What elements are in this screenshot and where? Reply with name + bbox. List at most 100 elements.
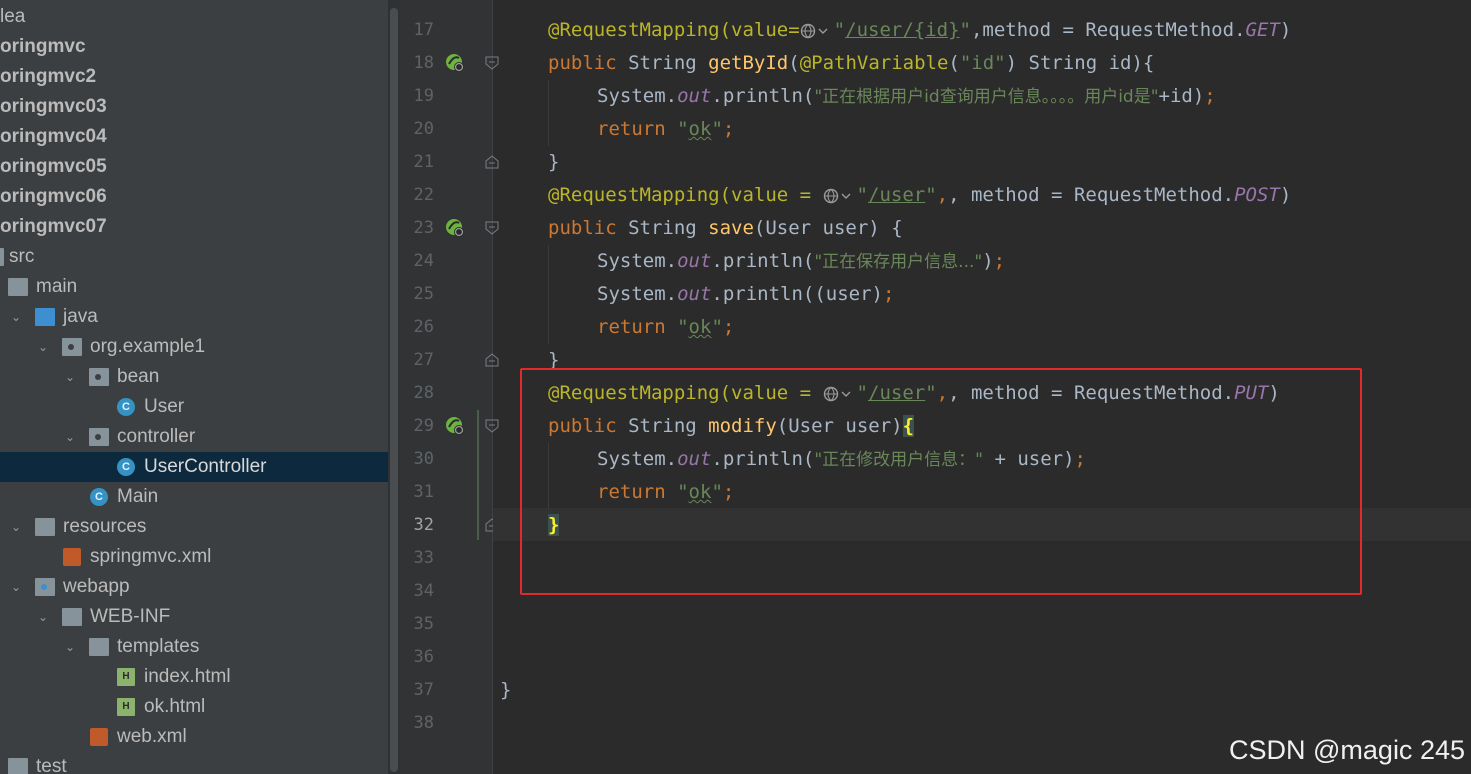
tree-item-main-class[interactable]: C Main	[0, 482, 388, 512]
tree-item-label: index.html	[144, 666, 231, 687]
code-line-24[interactable]: System.out.println("正在保存用户信息...");	[597, 245, 1005, 278]
tree-item-label: org.example1	[90, 336, 206, 357]
tree-item-module[interactable]: oringmvc04	[0, 122, 388, 152]
code-line-37[interactable]: }	[500, 674, 511, 707]
tree-item-ok-html[interactable]: H ok.html	[0, 692, 388, 722]
line-number: 33	[413, 548, 434, 568]
line-number: 30	[413, 449, 434, 469]
spring-xml-icon	[63, 548, 81, 566]
line-number: 25	[413, 284, 434, 304]
fold-end-icon[interactable]	[485, 353, 499, 367]
tree-item-resources[interactable]: ⌄ resources	[0, 512, 388, 542]
globe-icon[interactable]	[800, 23, 834, 39]
code-line-26[interactable]: return "ok";	[597, 311, 734, 344]
tree-item-webapp[interactable]: ⌄ webapp	[0, 572, 388, 602]
chevron-down-icon[interactable]: ⌄	[36, 332, 50, 362]
fold-start-icon[interactable]	[485, 221, 499, 235]
tree-item-module[interactable]: oringmvc	[0, 32, 388, 62]
code-line-17[interactable]: @RequestMapping(value= "/user/{id}",metho…	[548, 14, 1291, 47]
tree-item-templates[interactable]: ⌄ templates	[0, 632, 388, 662]
tree-item-label: java	[63, 306, 98, 327]
chevron-down-icon[interactable]: ⌄	[9, 302, 23, 332]
folder-icon	[62, 608, 82, 626]
tree-item-label: WEB-INF	[90, 606, 171, 627]
tree-scrollbar[interactable]	[390, 8, 398, 772]
gutter-divider	[492, 0, 493, 774]
runnable-class-icon: C	[90, 488, 108, 506]
tree-item-module[interactable]: oringmvc07	[0, 212, 388, 242]
chevron-down-icon[interactable]: ⌄	[63, 362, 77, 392]
tree-item-index-html[interactable]: H index.html	[0, 662, 388, 692]
typo-word: ok	[688, 118, 712, 140]
chevron-down-icon[interactable]: ⌄	[9, 572, 23, 602]
code-line-22[interactable]: @RequestMapping(value = "/user",, method…	[548, 179, 1291, 212]
tree-item-label: oringmvc07	[0, 216, 107, 237]
vcs-change-marker[interactable]	[477, 410, 479, 540]
tree-item-bean[interactable]: ⌄ bean	[0, 362, 388, 392]
code-line-25[interactable]: System.out.println((user);	[597, 278, 894, 311]
line-number: 37	[413, 680, 434, 700]
chevron-down-icon[interactable]: ⌄	[63, 422, 77, 452]
url-path-link[interactable]: /user/{id}	[845, 19, 959, 41]
package-icon	[89, 368, 109, 386]
code-line-21[interactable]: }	[548, 146, 559, 179]
tree-item-web-inf[interactable]: ⌄ WEB-INF	[0, 602, 388, 632]
tree-item-module[interactable]: oringmvc06	[0, 182, 388, 212]
tree-item-java[interactable]: ⌄ java	[0, 302, 388, 332]
project-tree: lea oringmvc oringmvc2 oringmvc03 oringm…	[0, 0, 388, 774]
tree-item-module[interactable]: oringmvc03	[0, 92, 388, 122]
url-path-link[interactable]: /user	[868, 184, 925, 206]
line-number: 28	[413, 383, 434, 403]
tree-item-idea[interactable]: lea	[0, 2, 388, 32]
tree-item-label: resources	[63, 516, 147, 537]
tree-item-controller[interactable]: ⌄ controller	[0, 422, 388, 452]
code-line-18[interactable]: public String getById(@PathVariable("id"…	[548, 47, 1154, 80]
html-file-icon: H	[117, 698, 135, 716]
tree-item-test[interactable]: test	[0, 752, 388, 774]
tree-item-usercontroller[interactable]: C UserController	[0, 452, 388, 482]
globe-icon[interactable]	[823, 188, 857, 204]
class-icon: C	[117, 458, 135, 476]
chevron-down-icon[interactable]: ⌄	[63, 632, 77, 662]
typo-word: ok	[688, 316, 712, 338]
chevron-down-icon[interactable]: ⌄	[9, 512, 23, 542]
fold-start-icon[interactable]	[485, 56, 499, 70]
line-number: 24	[413, 251, 434, 271]
fold-start-icon[interactable]	[485, 419, 499, 433]
code-line-20[interactable]: return "ok";	[597, 113, 734, 146]
tree-item-user[interactable]: C User	[0, 392, 388, 422]
code-line-19[interactable]: System.out.println("正在根据用户id查询用户信息。。。。用户…	[597, 80, 1216, 113]
tree-item-label: controller	[117, 426, 196, 447]
fold-end-icon[interactable]	[485, 155, 499, 169]
tree-item-springmvc-xml[interactable]: springmvc.xml	[0, 542, 388, 572]
tree-item-web-xml[interactable]: web.xml	[0, 722, 388, 752]
spring-web-mapping-icon[interactable]	[444, 415, 466, 437]
web-folder-icon	[35, 578, 55, 596]
tree-item-module[interactable]: oringmvc05	[0, 152, 388, 182]
tree-item-package[interactable]: ⌄ org.example1	[0, 332, 388, 362]
package-icon	[62, 338, 82, 356]
code-line-23[interactable]: public String save(User user) {	[548, 212, 903, 245]
tree-item-module[interactable]: oringmvc2	[0, 62, 388, 92]
tree-item-label: oringmvc05	[0, 156, 107, 177]
tree-item-src[interactable]: src	[0, 242, 388, 272]
folder-icon	[89, 638, 109, 656]
tree-item-label: bean	[117, 366, 160, 387]
tree-item-label: oringmvc	[0, 36, 86, 57]
line-number: 23	[413, 218, 434, 238]
line-number: 21	[413, 152, 434, 172]
spring-web-mapping-icon[interactable]	[444, 217, 466, 239]
line-number: 38	[413, 713, 434, 733]
line-number: 36	[413, 647, 434, 667]
spring-web-mapping-icon[interactable]	[444, 52, 466, 74]
tree-item-label: lea	[0, 6, 26, 27]
folder-icon	[8, 758, 28, 774]
tree-item-label: web.xml	[117, 726, 187, 747]
xml-file-icon	[90, 728, 108, 746]
chevron-down-icon[interactable]: ⌄	[36, 602, 50, 632]
tree-item-main[interactable]: main	[0, 272, 388, 302]
line-number: 29	[413, 416, 434, 436]
tree-item-label: webapp	[63, 576, 130, 597]
indent-guide	[548, 245, 549, 344]
line-number: 35	[413, 614, 434, 634]
